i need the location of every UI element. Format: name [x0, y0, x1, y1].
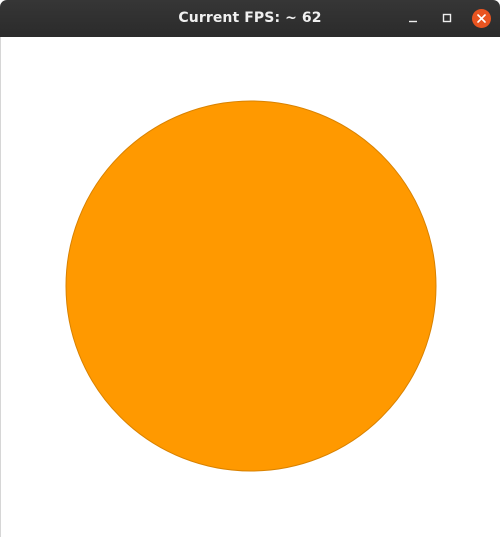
window-title: Current FPS: ~ 62: [178, 10, 322, 26]
minimize-icon[interactable]: [404, 9, 423, 28]
title-bar[interactable]: Current FPS: ~ 62: [0, 0, 500, 37]
close-icon[interactable]: [472, 9, 491, 28]
orange-circle: [65, 100, 437, 472]
app-window: Current FPS: ~ 62: [0, 0, 500, 537]
drawing-canvas: [0, 37, 500, 537]
maximize-icon[interactable]: [438, 9, 457, 28]
canvas-surface: [65, 100, 437, 472]
